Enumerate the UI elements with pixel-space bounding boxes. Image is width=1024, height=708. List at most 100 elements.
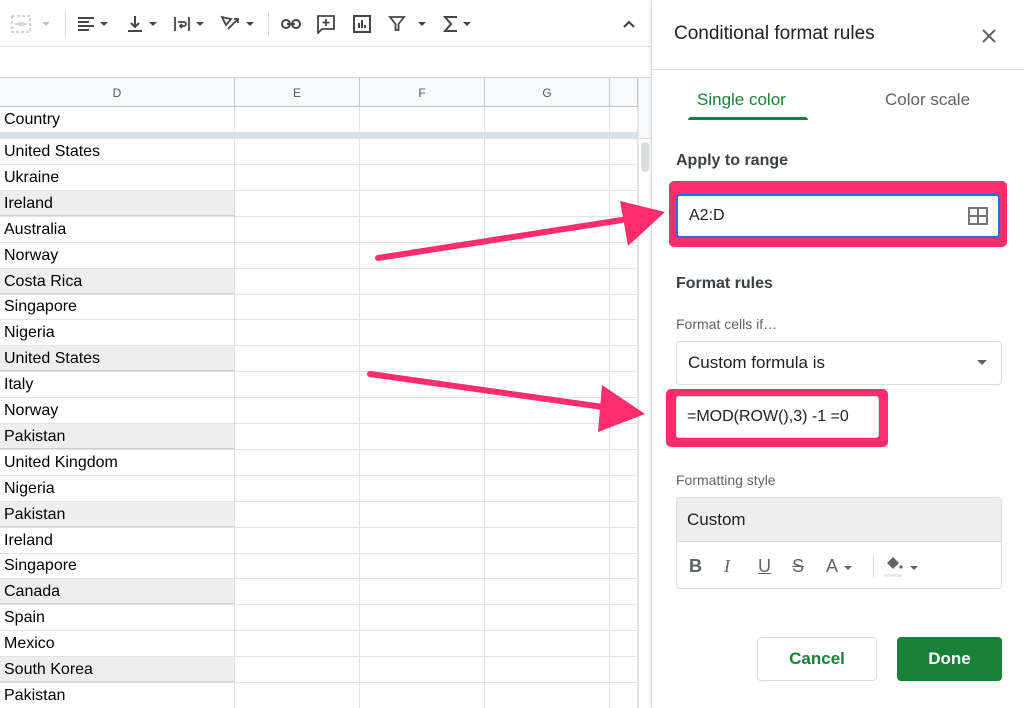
- cell[interactable]: [235, 242, 360, 268]
- country-cell[interactable]: South Korea: [0, 657, 235, 682]
- country-cell[interactable]: Ukraine: [0, 164, 235, 190]
- cell[interactable]: [235, 682, 360, 708]
- close-button[interactable]: [978, 25, 1000, 47]
- cell[interactable]: [360, 107, 485, 132]
- cell[interactable]: [485, 268, 610, 294]
- cell[interactable]: [235, 190, 360, 216]
- cell[interactable]: [235, 579, 360, 605]
- cell[interactable]: [610, 139, 638, 164]
- cell[interactable]: [485, 449, 610, 475]
- bold-button[interactable]: B: [689, 555, 702, 577]
- insert-link-button[interactable]: [280, 12, 302, 36]
- cell[interactable]: [360, 294, 485, 320]
- country-cell[interactable]: Ireland: [0, 527, 235, 553]
- cell[interactable]: [485, 527, 610, 553]
- vertical-align-button[interactable]: [125, 12, 157, 36]
- country-cell[interactable]: Nigeria: [0, 320, 235, 346]
- cell[interactable]: [360, 139, 485, 164]
- column-header-d[interactable]: D: [0, 78, 235, 107]
- done-button[interactable]: Done: [897, 637, 1002, 681]
- cell[interactable]: [360, 682, 485, 708]
- country-cell[interactable]: Singapore: [0, 553, 235, 579]
- cell[interactable]: [360, 579, 485, 605]
- vertical-scrollbar[interactable]: [638, 78, 651, 708]
- cell[interactable]: [360, 320, 485, 346]
- cell[interactable]: [360, 164, 485, 190]
- cell[interactable]: [235, 527, 360, 553]
- cell[interactable]: [610, 107, 638, 132]
- country-cell[interactable]: Norway: [0, 242, 235, 268]
- cell[interactable]: [235, 631, 360, 657]
- cell-country-header[interactable]: Country: [0, 107, 235, 132]
- text-color-button[interactable]: A: [826, 555, 853, 577]
- country-cell[interactable]: United States: [0, 346, 235, 372]
- cell[interactable]: [610, 501, 638, 527]
- cell[interactable]: [610, 190, 638, 216]
- cell[interactable]: [360, 398, 485, 423]
- cell[interactable]: [360, 346, 485, 372]
- cell[interactable]: [235, 449, 360, 475]
- cell[interactable]: [360, 631, 485, 657]
- cell[interactable]: [485, 320, 610, 346]
- cell[interactable]: [235, 164, 360, 190]
- insert-comment-button[interactable]: [316, 12, 336, 36]
- country-cell[interactable]: United Kingdom: [0, 449, 235, 475]
- cell[interactable]: [485, 139, 610, 164]
- cell[interactable]: [485, 605, 610, 631]
- style-preset-dropdown[interactable]: Custom: [677, 498, 1001, 542]
- cell[interactable]: [610, 553, 638, 579]
- cell[interactable]: [360, 501, 485, 527]
- cell[interactable]: [610, 320, 638, 346]
- cell[interactable]: [610, 475, 638, 501]
- cell[interactable]: [485, 501, 610, 527]
- cell[interactable]: [235, 553, 360, 579]
- cell[interactable]: [485, 294, 610, 320]
- cell[interactable]: [360, 216, 485, 242]
- cell[interactable]: [610, 605, 638, 631]
- cell[interactable]: [360, 268, 485, 294]
- cancel-button[interactable]: Cancel: [757, 637, 877, 681]
- cell[interactable]: [235, 268, 360, 294]
- cell[interactable]: [360, 553, 485, 579]
- filter-button[interactable]: [388, 12, 426, 36]
- cell[interactable]: [360, 605, 485, 631]
- cell[interactable]: [485, 553, 610, 579]
- country-cell[interactable]: United States: [0, 139, 235, 164]
- cell[interactable]: [235, 139, 360, 164]
- text-rotation-button[interactable]: [220, 12, 254, 36]
- cell[interactable]: [360, 423, 485, 449]
- insert-chart-button[interactable]: [352, 12, 372, 36]
- country-cell[interactable]: Costa Rica: [0, 268, 235, 294]
- country-cell[interactable]: Nigeria: [0, 475, 235, 501]
- cell[interactable]: [485, 631, 610, 657]
- fill-color-button[interactable]: [882, 555, 918, 577]
- column-header-h[interactable]: [610, 78, 638, 107]
- column-header-e[interactable]: E: [235, 78, 360, 107]
- cell[interactable]: [485, 372, 610, 398]
- cell[interactable]: [360, 475, 485, 501]
- cell[interactable]: [485, 423, 610, 449]
- cell[interactable]: [610, 657, 638, 682]
- cell[interactable]: [485, 682, 610, 708]
- cell[interactable]: [360, 449, 485, 475]
- country-cell[interactable]: Pakistan: [0, 682, 235, 708]
- horizontal-align-button[interactable]: [76, 12, 108, 36]
- cell[interactable]: [610, 294, 638, 320]
- cell[interactable]: [610, 242, 638, 268]
- cell[interactable]: [235, 346, 360, 372]
- cell[interactable]: [235, 657, 360, 682]
- tab-color-scale[interactable]: Color scale: [885, 90, 970, 110]
- cell[interactable]: [610, 423, 638, 449]
- country-cell[interactable]: Singapore: [0, 294, 235, 320]
- cell[interactable]: [360, 190, 485, 216]
- cell[interactable]: [235, 605, 360, 631]
- cell[interactable]: [235, 107, 360, 132]
- range-input[interactable]: A2:D: [676, 194, 1000, 238]
- select-range-icon[interactable]: [968, 207, 988, 225]
- functions-button[interactable]: [443, 12, 471, 36]
- collapse-toolbar-button[interactable]: [620, 12, 638, 36]
- formula-bar[interactable]: [0, 47, 651, 78]
- cell[interactable]: [610, 346, 638, 372]
- country-cell[interactable]: Norway: [0, 398, 235, 423]
- tab-single-color[interactable]: Single color: [697, 90, 786, 110]
